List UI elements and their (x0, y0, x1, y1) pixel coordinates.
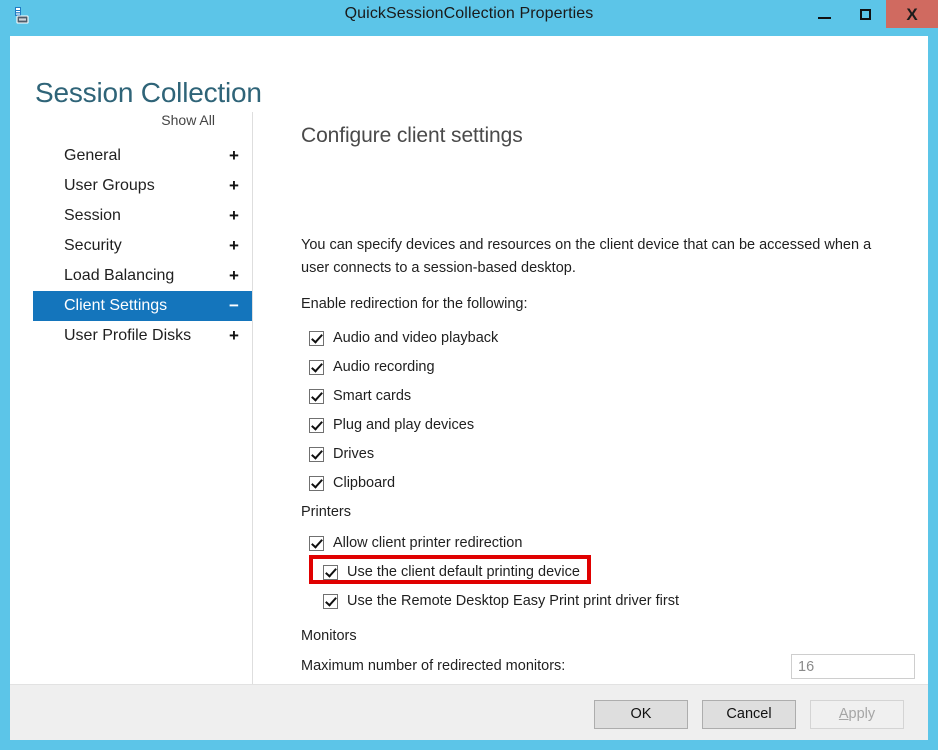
checkbox-label: Audio and video playback (333, 330, 499, 346)
checkbox-icon[interactable] (309, 359, 324, 375)
nav-label: User Profile Disks (64, 327, 192, 344)
apply-label-rest: pply (848, 706, 876, 722)
expand-plus-icon[interactable]: + (215, 236, 253, 256)
checkbox-label: Plug and play devices (333, 417, 475, 433)
checkbox-label: Use the Remote Desktop Easy Print print … (347, 593, 680, 609)
checkbox-use-client-default-printing-device[interactable]: Use the client default printing device (323, 562, 580, 582)
checkbox-icon[interactable] (309, 417, 324, 433)
dialog-footer: OK Cancel Apply (10, 684, 928, 740)
checkbox-label: Allow client printer redirection (333, 535, 523, 551)
checkbox-label: Clipboard (333, 475, 396, 491)
expand-plus-icon[interactable]: + (215, 326, 253, 346)
expand-plus-icon[interactable]: + (215, 176, 253, 196)
minimize-icon (818, 16, 831, 19)
expand-plus-icon[interactable]: + (215, 266, 253, 286)
nav-divider (252, 112, 253, 697)
sidebar-item-client-settings[interactable]: Client Settings − (33, 291, 253, 321)
nav-label: Load Balancing (64, 267, 175, 284)
max-monitors-label: Maximum number of redirected monitors: (301, 658, 566, 674)
sidebar-item-security[interactable]: Security + (33, 231, 253, 261)
checkbox-icon[interactable] (309, 475, 324, 491)
checkbox-plug-and-play-devices[interactable]: Plug and play devices (309, 415, 474, 435)
page-title: Session Collection (35, 76, 262, 108)
intro-text: You can specify devices and resources on… (301, 237, 872, 276)
sidebar-item-user-groups[interactable]: User Groups + (33, 171, 253, 201)
enable-redirection-label: Enable redirection for the following: (301, 296, 528, 312)
apply-accelerator: A (838, 706, 849, 722)
nav-label: Client Settings (64, 297, 168, 314)
checkbox-icon[interactable] (309, 330, 324, 346)
nav-list: General + User Groups + Session + Securi… (10, 141, 253, 351)
printers-section-label: Printers (301, 504, 351, 520)
close-button[interactable]: X (886, 0, 938, 28)
checkbox-use-remote-desktop-easy-print-driver-first[interactable]: Use the Remote Desktop Easy Print print … (323, 591, 679, 611)
monitors-section-label: Monitors (301, 628, 357, 644)
checkbox-icon[interactable] (323, 593, 338, 609)
nav-label: General (64, 147, 121, 164)
maximize-icon (860, 8, 871, 20)
checkbox-icon[interactable] (309, 446, 324, 462)
expand-plus-icon[interactable]: + (215, 146, 253, 166)
checkbox-audio-recording[interactable]: Audio recording (309, 357, 435, 377)
content-heading: Configure client settings (301, 124, 523, 147)
properties-window: QuickSessionCollection Properties X Sess… (0, 0, 938, 750)
checkbox-icon[interactable] (323, 564, 338, 580)
checkbox-audio-video-playback[interactable]: Audio and video playback (309, 328, 498, 348)
ok-button[interactable]: OK (594, 700, 688, 729)
checkbox-clipboard[interactable]: Clipboard (309, 473, 395, 493)
nav-label: Session (64, 207, 121, 224)
collapse-minus-icon[interactable]: − (215, 296, 253, 316)
apply-button[interactable]: Apply (810, 700, 904, 729)
window-controls: X (804, 0, 938, 28)
footer-buttons: OK Cancel Apply (594, 700, 904, 729)
checkbox-drives[interactable]: Drives (309, 444, 374, 464)
cancel-button[interactable]: Cancel (702, 700, 796, 729)
checkbox-label: Drives (333, 446, 375, 462)
checkbox-smart-cards[interactable]: Smart cards (309, 386, 411, 406)
client-area: Session Collection Show All General + Us… (10, 36, 928, 697)
client-settings-pane: Configure client settings You can specif… (301, 124, 915, 679)
checkbox-icon[interactable] (309, 388, 324, 404)
minimize-button[interactable] (804, 0, 845, 28)
checkbox-label: Audio recording (333, 359, 435, 375)
maximize-button[interactable] (845, 0, 886, 28)
checkbox-label: Smart cards (333, 388, 412, 404)
nav-label: User Groups (64, 177, 155, 194)
close-icon: X (906, 4, 918, 24)
sidebar-item-session[interactable]: Session + (33, 201, 253, 231)
nav-label: Security (64, 237, 122, 254)
checkbox-allow-client-printer-redirection[interactable]: Allow client printer redirection (309, 533, 522, 553)
max-monitors-input[interactable] (791, 654, 915, 679)
expand-plus-icon[interactable]: + (215, 206, 253, 226)
window-title: QuickSessionCollection Properties (344, 5, 594, 22)
sidebar-item-load-balancing[interactable]: Load Balancing + (33, 261, 253, 291)
checkbox-label: Use the client default printing device (347, 564, 580, 580)
show-all-link[interactable]: Show All (161, 112, 215, 128)
sidebar-item-general[interactable]: General + (33, 141, 253, 171)
title-bar: QuickSessionCollection Properties X (0, 0, 938, 28)
checkbox-icon[interactable] (309, 535, 324, 551)
sidebar-item-user-profile-disks[interactable]: User Profile Disks + (33, 321, 253, 351)
